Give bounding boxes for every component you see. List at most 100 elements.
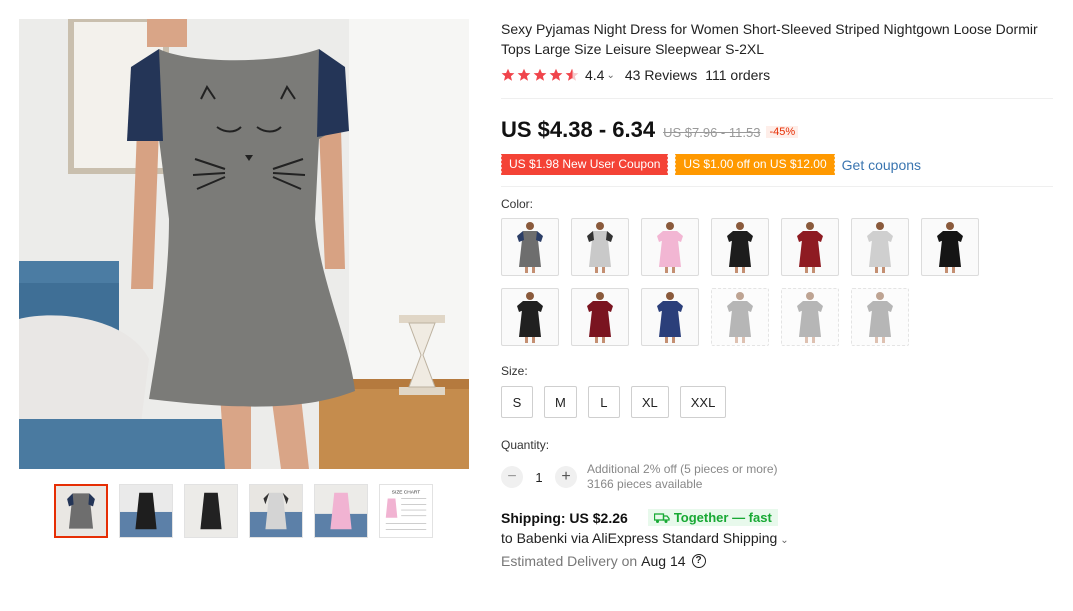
thumbnail-image: [250, 485, 302, 537]
thumbnail-3[interactable]: [249, 484, 303, 538]
color-swatch-gray-3[interactable]: [851, 288, 909, 346]
star-rating: [501, 68, 579, 82]
size-option-xxl[interactable]: XXL: [679, 386, 727, 418]
size-label: Size:: [501, 364, 528, 378]
model-head: [806, 222, 814, 230]
delivery-label: Estimated Delivery on: [501, 553, 638, 569]
dress-thumbnail: [517, 222, 543, 273]
color-swatch-navy-blue[interactable]: [641, 288, 699, 346]
size-option-s[interactable]: S: [501, 386, 533, 418]
size-option-m[interactable]: M: [544, 386, 577, 418]
product-info: Sexy Pyjamas Night Dress for Women Short…: [499, 19, 1053, 569]
stock-available: 3166 pieces available: [587, 477, 703, 491]
color-swatch-black-2[interactable]: [501, 288, 559, 346]
dress-thumbnail: [587, 292, 613, 343]
shipping-method[interactable]: to Babenki via AliExpress Standard Shipp…: [501, 530, 1053, 546]
thumbnail-0[interactable]: [54, 484, 108, 538]
thumbnail-4[interactable]: [314, 484, 368, 538]
together-fast-label: Together — fast: [673, 510, 772, 525]
shipping-row: Shipping: US $2.26 Together — fast: [501, 509, 1053, 526]
truck-icon: [653, 512, 670, 523]
dress-thumbnail: [867, 222, 893, 273]
reviews-count[interactable]: 43 Reviews: [625, 67, 697, 83]
quantity-plus-button[interactable]: +: [555, 466, 577, 488]
original-price: US $7.96 - 11.53: [663, 125, 761, 140]
model-head: [806, 292, 814, 300]
model-head: [736, 292, 744, 300]
shipping-cost: Shipping: US $2.26: [501, 509, 628, 526]
new-user-coupon[interactable]: US $1.98 New User Coupon: [499, 154, 669, 175]
quantity-label: Quantity:: [501, 438, 550, 452]
color-label: Color:: [501, 197, 534, 211]
model-head: [526, 292, 534, 300]
color-swatch-burgundy[interactable]: [571, 288, 629, 346]
model-legs: [665, 337, 675, 343]
color-swatch-gray-1[interactable]: [711, 288, 769, 346]
color-swatch-gray-2[interactable]: [781, 288, 839, 346]
size-option-xl[interactable]: XL: [630, 386, 669, 418]
color-swatch-black[interactable]: [711, 218, 769, 276]
half-star-icon: [565, 68, 579, 81]
quantity-note: Additional 2% off (5 pieces or more) 316…: [587, 462, 778, 492]
model-legs: [875, 337, 885, 343]
chevron-down-icon[interactable]: ⌄: [606, 70, 614, 81]
help-icon[interactable]: ?: [691, 554, 706, 568]
model-head: [596, 222, 604, 230]
rating-score[interactable]: 4.4: [585, 67, 604, 83]
thumbnail-image: [120, 485, 172, 537]
size-chart-image: SIZE CHART: [380, 485, 432, 537]
bulk-discount-note: Additional 2% off (5 pieces or more): [587, 462, 778, 476]
model-legs: [595, 267, 605, 273]
model-legs: [595, 337, 605, 343]
dress-thumbnail: [657, 222, 683, 273]
thumbnail-2[interactable]: [184, 484, 238, 538]
dress-thumbnail: [657, 292, 683, 343]
color-swatch-light-gray[interactable]: [851, 218, 909, 276]
size-options: S M L XL XXL: [501, 386, 1053, 418]
main-product-image[interactable]: [19, 19, 469, 469]
model-head: [666, 292, 674, 300]
model-legs: [805, 337, 815, 343]
store-coupon[interactable]: US $1.00 off on US $12.00: [674, 154, 835, 175]
thumbnail-size-chart[interactable]: SIZE CHART: [379, 484, 433, 538]
model-legs: [735, 337, 745, 343]
star-icon: [533, 68, 547, 81]
model-head: [876, 292, 884, 300]
star-icon: [501, 68, 515, 81]
product-photo: [19, 19, 469, 469]
color-swatch-pink[interactable]: [641, 218, 699, 276]
thumbnail-1[interactable]: [119, 484, 173, 538]
model-head: [526, 222, 534, 230]
color-swatch-gray-navy-cat[interactable]: [501, 218, 559, 276]
together-fast-badge: Together — fast: [647, 509, 778, 526]
product-title: Sexy Pyjamas Night Dress for Women Short…: [501, 21, 1038, 57]
divider: [501, 186, 1053, 187]
orders-count: 111 orders: [705, 67, 771, 83]
dress-thumbnail: [727, 292, 753, 343]
get-coupons-link[interactable]: Get coupons: [842, 157, 921, 173]
model-legs: [945, 267, 955, 273]
quantity-minus-button[interactable]: −: [501, 466, 523, 488]
quantity-value[interactable]: 1: [523, 470, 555, 485]
color-swatch-light-gray-black[interactable]: [571, 218, 629, 276]
dress-thumbnail: [937, 222, 963, 273]
dress-thumbnail: [587, 222, 613, 273]
color-swatch-black-print[interactable]: [921, 218, 979, 276]
discount-badge: -45%: [766, 126, 799, 138]
chevron-down-icon[interactable]: ⌄: [780, 535, 788, 546]
model-legs: [805, 267, 815, 273]
quantity-stepper: − 1 + Additional 2% off (5 pieces or mor…: [501, 462, 1053, 492]
coupon-row: US $1.98 New User Coupon US $1.00 off on…: [499, 154, 1053, 175]
model-legs: [665, 267, 675, 273]
size-chart-text: SIZE CHART: [392, 490, 420, 496]
rating-row: 4.4 ⌄ 43 Reviews 111 orders: [501, 67, 1053, 83]
size-option-l[interactable]: L: [587, 386, 620, 418]
current-price: US $4.38 - 6.34: [501, 117, 656, 142]
color-swatch-wine-red[interactable]: [781, 218, 839, 276]
dress-thumbnail: [727, 222, 753, 273]
model-head: [876, 222, 884, 230]
model-head: [596, 292, 604, 300]
star-icon: [549, 68, 563, 81]
thumbnail-image: [315, 485, 367, 537]
dress-thumbnail: [797, 222, 823, 273]
